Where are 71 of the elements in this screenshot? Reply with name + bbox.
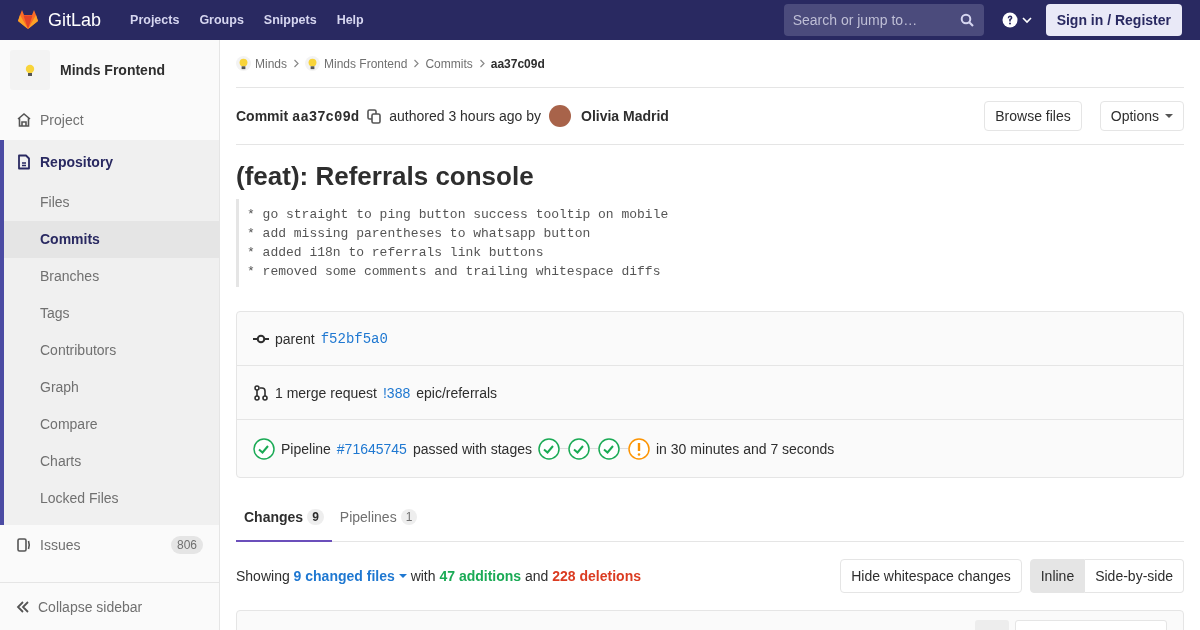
pipeline-duration: in 30 minutes and 7 seconds	[656, 440, 835, 457]
nav-link[interactable]: Help	[329, 7, 371, 33]
sidebar-subitem[interactable]: Locked Files	[4, 480, 219, 517]
commit-sha: aa37c09d	[292, 108, 360, 125]
gitlab-logo-icon[interactable]	[16, 8, 40, 32]
check-circle-icon[interactable]	[598, 437, 620, 460]
nav-link[interactable]: Snippets	[256, 7, 324, 33]
issues-icon	[16, 537, 32, 553]
changed-files-link[interactable]: 9 changed files	[293, 568, 407, 584]
chevron-right-icon	[478, 59, 485, 68]
document-icon	[16, 154, 32, 170]
project-name[interactable]: Minds Frontend	[60, 62, 165, 78]
sidebar-subitem[interactable]: Tags	[4, 295, 219, 332]
view-mode-button[interactable]: Side-by-side	[1085, 559, 1184, 593]
sidebar-subitem[interactable]: Charts	[4, 443, 219, 480]
sidebar-item[interactable]: Project	[40, 112, 203, 128]
chevron-right-icon	[413, 59, 420, 68]
chevron-right-icon	[293, 59, 299, 68]
commit-label: Commit	[236, 107, 289, 124]
tab[interactable]: Pipelines 1	[331, 494, 426, 542]
sidebar-subitem[interactable]: Branches	[4, 258, 219, 295]
browse-files-button[interactable]: Browse files	[984, 101, 1082, 131]
sign-in-button[interactable]: Sign in / Register	[1045, 4, 1182, 36]
chevron-down-icon[interactable]	[1021, 16, 1032, 24]
commit-title: (feat): Referrals console	[236, 161, 535, 192]
count-badge: 1	[400, 509, 418, 525]
sidebar-item[interactable]: Repository	[40, 154, 203, 170]
branch-name: epic/referrals	[416, 384, 498, 401]
pipeline-label: Pipeline	[281, 440, 331, 457]
parent-sha-link[interactable]: f52bf5a0	[320, 330, 388, 347]
merge-request-link[interactable]: !388	[382, 384, 411, 401]
caret-down-icon	[1165, 114, 1173, 118]
caret-down-icon	[398, 574, 407, 578]
author-avatar[interactable]	[549, 105, 571, 127]
author-name-link[interactable]: Olivia Madrid	[581, 108, 669, 124]
pipeline-status-text: passed with stages	[412, 440, 532, 457]
help-icon[interactable]	[1001, 12, 1018, 28]
search-icon[interactable]	[959, 13, 974, 27]
authored-text: authored 3 hours ago by	[389, 108, 541, 124]
breadcrumb-link[interactable]: Minds Frontend	[324, 56, 408, 71]
double-chevron-left-icon[interactable]	[16, 599, 30, 614]
home-icon	[16, 112, 32, 128]
merge-request-text: 1 merge request	[275, 384, 377, 401]
collapse-sidebar-link[interactable]: Collapse sidebar	[38, 598, 143, 615]
sidebar-subitem[interactable]: Graph	[4, 369, 219, 406]
tab[interactable]: Changes 9	[236, 494, 332, 542]
view-mode-button[interactable]: Inline	[1029, 559, 1086, 593]
commit-message: * go straight to ping button success tooltip on mobile * add missing parentheses to whatsapp button * added i18n to referrals link buttons * removed some comments and trailing whitespace diffs	[236, 199, 1184, 287]
breadcrumb-link[interactable]: Minds	[255, 56, 287, 71]
sidebar-subitem[interactable]: Commits	[4, 221, 219, 258]
hide-whitespace-button[interactable]: Hide whitespace changes	[840, 559, 1022, 593]
search-field[interactable]: Search or jump to…	[783, 4, 984, 36]
sidebar-subitem[interactable]: Contributors	[4, 332, 219, 369]
count-badge: 9	[307, 509, 324, 525]
changes-summary: Showing 9 changed files with 47 additions and 228 deletions	[236, 568, 641, 584]
parent-label: parent	[275, 330, 315, 347]
copy-icon[interactable]	[367, 108, 382, 124]
sidebar-item[interactable]: Issues	[40, 537, 163, 553]
options-dropdown[interactable]: Options	[1099, 101, 1184, 131]
nav-link[interactable]: Projects	[123, 7, 187, 33]
sidebar-subitem[interactable]: Files	[4, 184, 219, 221]
breadcrumb-link[interactable]: aa37c09d	[490, 56, 545, 71]
breadcrumb-link[interactable]: Commits	[425, 56, 473, 71]
pipeline-link[interactable]: #71645745	[336, 440, 407, 457]
count-badge: 806	[170, 536, 203, 554]
check-circle-icon[interactable]	[568, 437, 590, 460]
merge-request-icon	[253, 384, 269, 401]
sidebar-subitem[interactable]: Compare	[4, 406, 219, 443]
logo-text[interactable]: GitLab	[48, 9, 102, 31]
check-circle-icon[interactable]	[538, 437, 560, 460]
nav-link[interactable]: Groups	[192, 7, 251, 33]
